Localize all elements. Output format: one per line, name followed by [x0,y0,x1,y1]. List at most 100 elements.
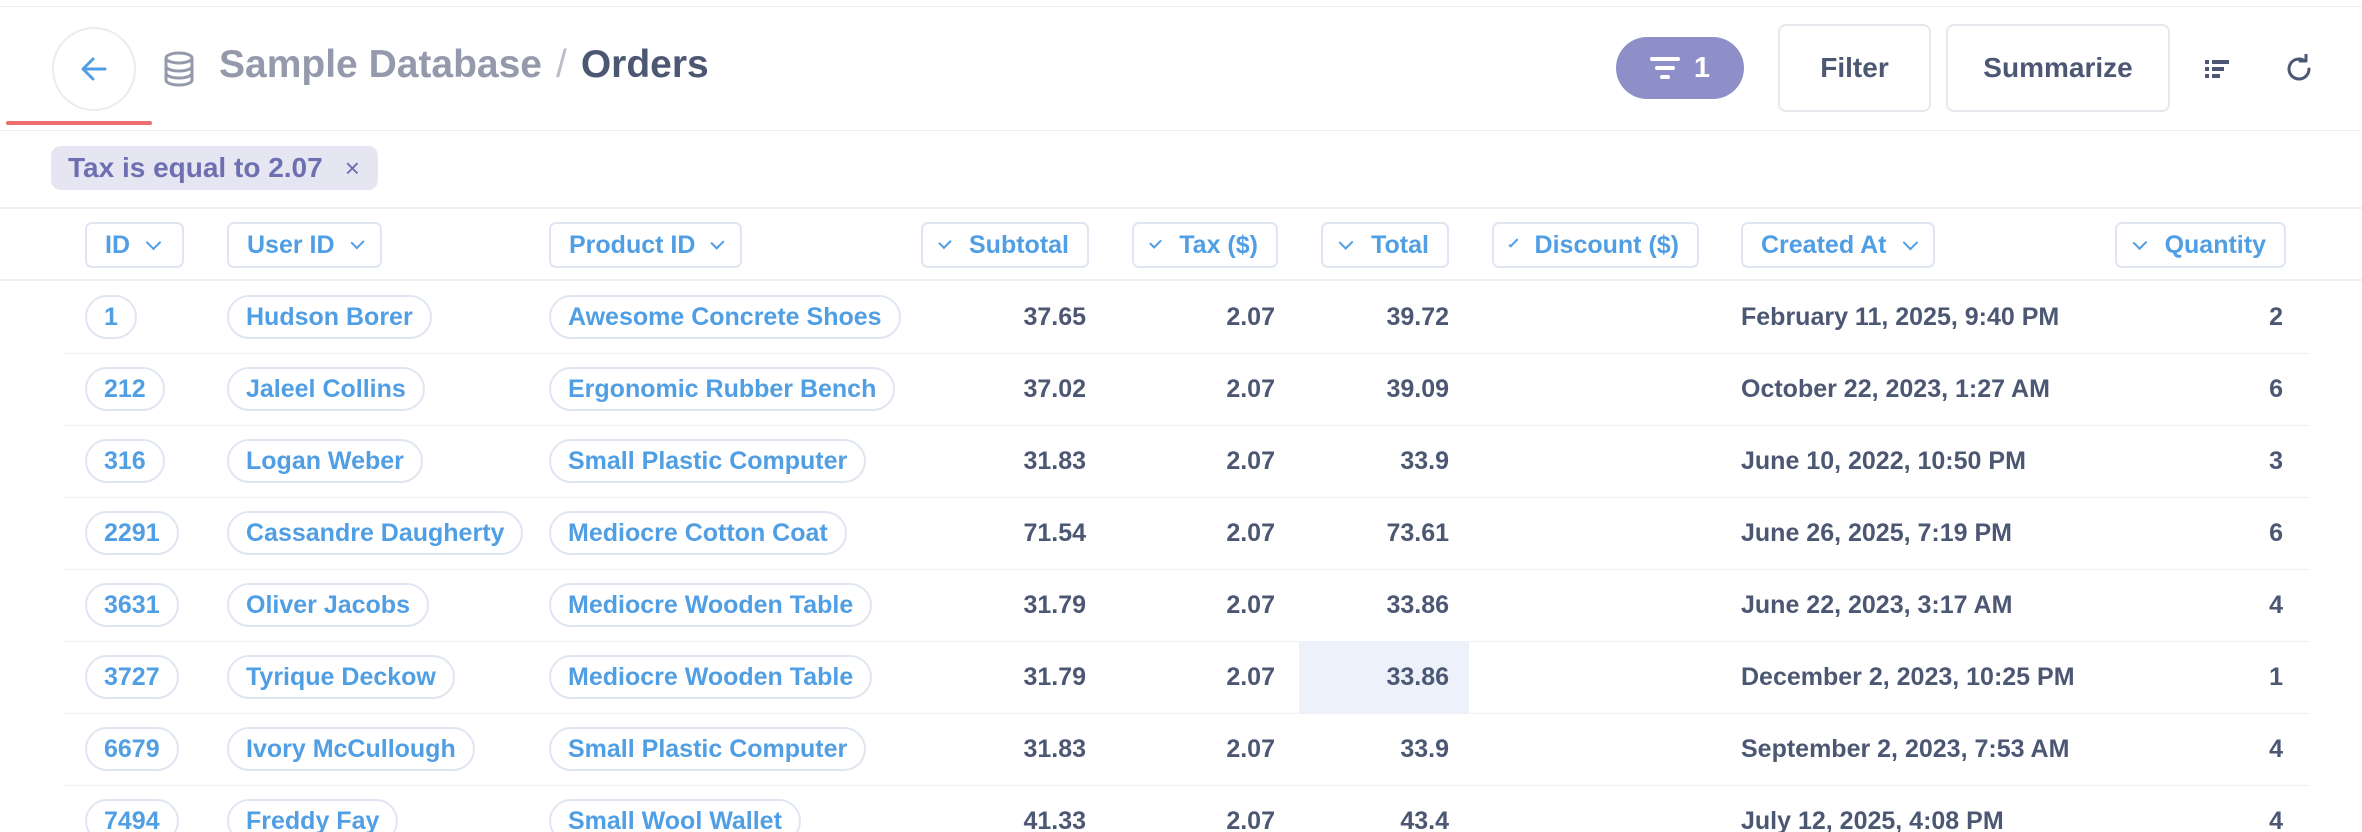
cell-discount[interactable] [1492,497,1699,569]
cell-id-link[interactable]: 3631 [85,583,179,627]
cell-quantity[interactable]: 6 [2115,353,2286,425]
cell-user-id-link[interactable]: Oliver Jacobs [227,583,429,627]
cell-discount[interactable] [1492,353,1699,425]
cell-user-id-link[interactable]: Hudson Borer [227,295,432,339]
cell-tax[interactable]: 2.07 [1132,353,1278,425]
cell-id-link[interactable]: 212 [85,367,165,411]
cell-subtotal[interactable]: 31.83 [921,713,1089,785]
column-header-total[interactable]: Total [1321,222,1449,268]
cell-tax[interactable]: 2.07 [1132,425,1278,497]
cell-subtotal[interactable]: 31.79 [921,641,1089,713]
cell-quantity[interactable]: 1 [2115,641,2286,713]
cell-quantity[interactable]: 4 [2115,785,2286,832]
cell-discount[interactable] [1492,785,1699,832]
cell-total[interactable]: 33.86 [1299,641,1469,713]
cell-quantity[interactable]: 4 [2115,569,2286,641]
cell-created-at[interactable]: June 26, 2025, 7:19 PM [1741,497,2101,569]
cell-quantity[interactable]: 6 [2115,497,2286,569]
cell-discount[interactable] [1492,281,1699,353]
column-header-quantity[interactable]: Quantity [2115,222,2286,268]
cell-total[interactable]: 43.4 [1299,785,1469,832]
cell-subtotal[interactable]: 31.79 [921,569,1089,641]
close-icon[interactable]: × [345,153,360,184]
breadcrumb-table[interactable]: Orders [581,43,709,86]
cell-total[interactable]: 39.72 [1299,281,1469,353]
column-header-product-id[interactable]: Product ID [549,222,742,268]
cell-total[interactable]: 33.9 [1299,425,1469,497]
cell-id-link[interactable]: 6679 [85,727,179,771]
table-row[interactable]: 212 Jaleel Collins Ergonomic Rubber Bench 3… [0,353,2310,425]
breadcrumb-database[interactable]: Sample Database [219,43,542,86]
cell-user-id-link[interactable]: Logan Weber [227,439,423,483]
table-row[interactable]: 1 Hudson Borer Awesome Concrete Shoes 37.65… [0,281,2310,353]
table-row[interactable]: 316 Logan Weber Small Plastic Computer 31.8… [0,425,2310,497]
chevron-down-icon [1149,235,1163,249]
cell-discount[interactable] [1492,569,1699,641]
cell-total[interactable]: 39.09 [1299,353,1469,425]
table-row[interactable]: 3631 Oliver Jacobs Mediocre Wooden Table 31… [0,569,2310,641]
cell-created-at[interactable]: December 2, 2023, 10:25 PM [1741,641,2101,713]
cell-subtotal[interactable]: 41.33 [921,785,1089,832]
table-row[interactable]: 3727 Tyrique Deckow Mediocre Wooden Table 3… [0,641,2310,713]
cell-discount[interactable] [1492,425,1699,497]
cell-created-at[interactable]: July 12, 2025, 4:08 PM [1741,785,2101,832]
active-filter-pill[interactable]: Tax is equal to 2.07 × [51,146,378,190]
cell-total[interactable]: 33.9 [1299,713,1469,785]
cell-id-link[interactable]: 3727 [85,655,179,699]
cell-product-id-link[interactable]: Mediocre Wooden Table [549,655,873,699]
cell-id-link[interactable]: 316 [85,439,165,483]
cell-tax[interactable]: 2.07 [1132,785,1278,832]
cell-product-id-link[interactable]: Ergonomic Rubber Bench [549,367,896,411]
cell-tax[interactable]: 2.07 [1132,281,1278,353]
summarize-button[interactable]: Summarize [1946,24,2170,112]
cell-id-link[interactable]: 7494 [85,799,179,832]
cell-tax[interactable]: 2.07 [1132,641,1278,713]
cell-product-id-link[interactable]: Awesome Concrete Shoes [549,295,901,339]
cell-user-id-link[interactable]: Jaleel Collins [227,367,425,411]
cell-user-id-link[interactable]: Cassandre Daugherty [227,511,524,555]
cell-discount[interactable] [1492,641,1699,713]
column-header-created-at[interactable]: Created At [1741,222,1935,268]
cell-user-id-link[interactable]: Ivory McCullough [227,727,475,771]
cell-tax[interactable]: 2.07 [1132,569,1278,641]
cell-product-id-link[interactable]: Mediocre Cotton Coat [549,511,847,555]
cell-created-at[interactable]: September 2, 2023, 7:53 AM [1741,713,2101,785]
column-header-user-id[interactable]: User ID [227,222,382,268]
column-header-discount[interactable]: Discount ($) [1492,222,1699,268]
cell-id-link[interactable]: 1 [85,295,137,339]
cell-total[interactable]: 33.86 [1299,569,1469,641]
table-row[interactable]: 2291 Cassandre Daugherty Mediocre Cotton C… [0,497,2310,569]
cell-product-id-link[interactable]: Mediocre Wooden Table [549,583,873,627]
cell-quantity[interactable]: 2 [2115,281,2286,353]
column-header-tax[interactable]: Tax ($) [1132,222,1278,268]
cell-quantity[interactable]: 3 [2115,425,2286,497]
cell-quantity[interactable]: 4 [2115,713,2286,785]
cell-created-at[interactable]: October 22, 2023, 1:27 AM [1741,353,2101,425]
table-row[interactable]: 7494 Freddy Fay Small Wool Wallet 41.33 2.07… [0,785,2310,832]
cell-product-id-link[interactable]: Small Wool Wallet [549,799,801,832]
back-button[interactable] [52,27,136,111]
cell-created-at[interactable]: February 11, 2025, 9:40 PM [1741,281,2101,353]
cell-product-id-link[interactable]: Small Plastic Computer [549,439,867,483]
cell-user-id-link[interactable]: Freddy Fay [227,799,399,832]
filter-button[interactable]: Filter [1778,24,1931,112]
cell-total[interactable]: 73.61 [1299,497,1469,569]
cell-tax[interactable]: 2.07 [1132,497,1278,569]
filter-count-badge[interactable]: 1 [1616,37,1744,99]
cell-tax[interactable]: 2.07 [1132,713,1278,785]
table-row[interactable]: 6679 Ivory McCullough Small Plastic Comput… [0,713,2310,785]
cell-user-id-link[interactable]: Tyrique Deckow [227,655,455,699]
cell-product-id-link[interactable]: Small Plastic Computer [549,727,867,771]
cell-subtotal[interactable]: 31.83 [921,425,1089,497]
cell-discount[interactable] [1492,713,1699,785]
cell-id-link[interactable]: 2291 [85,511,179,555]
refresh-button[interactable] [2283,53,2315,85]
cell-created-at[interactable]: June 10, 2022, 10:50 PM [1741,425,2101,497]
column-header-id[interactable]: ID [85,222,184,268]
cell-subtotal[interactable]: 71.54 [921,497,1089,569]
view-list-button[interactable] [2201,53,2233,85]
cell-created-at[interactable]: June 22, 2023, 3:17 AM [1741,569,2101,641]
cell-subtotal[interactable]: 37.65 [921,281,1089,353]
column-header-subtotal[interactable]: Subtotal [921,222,1089,268]
cell-subtotal[interactable]: 37.02 [921,353,1089,425]
